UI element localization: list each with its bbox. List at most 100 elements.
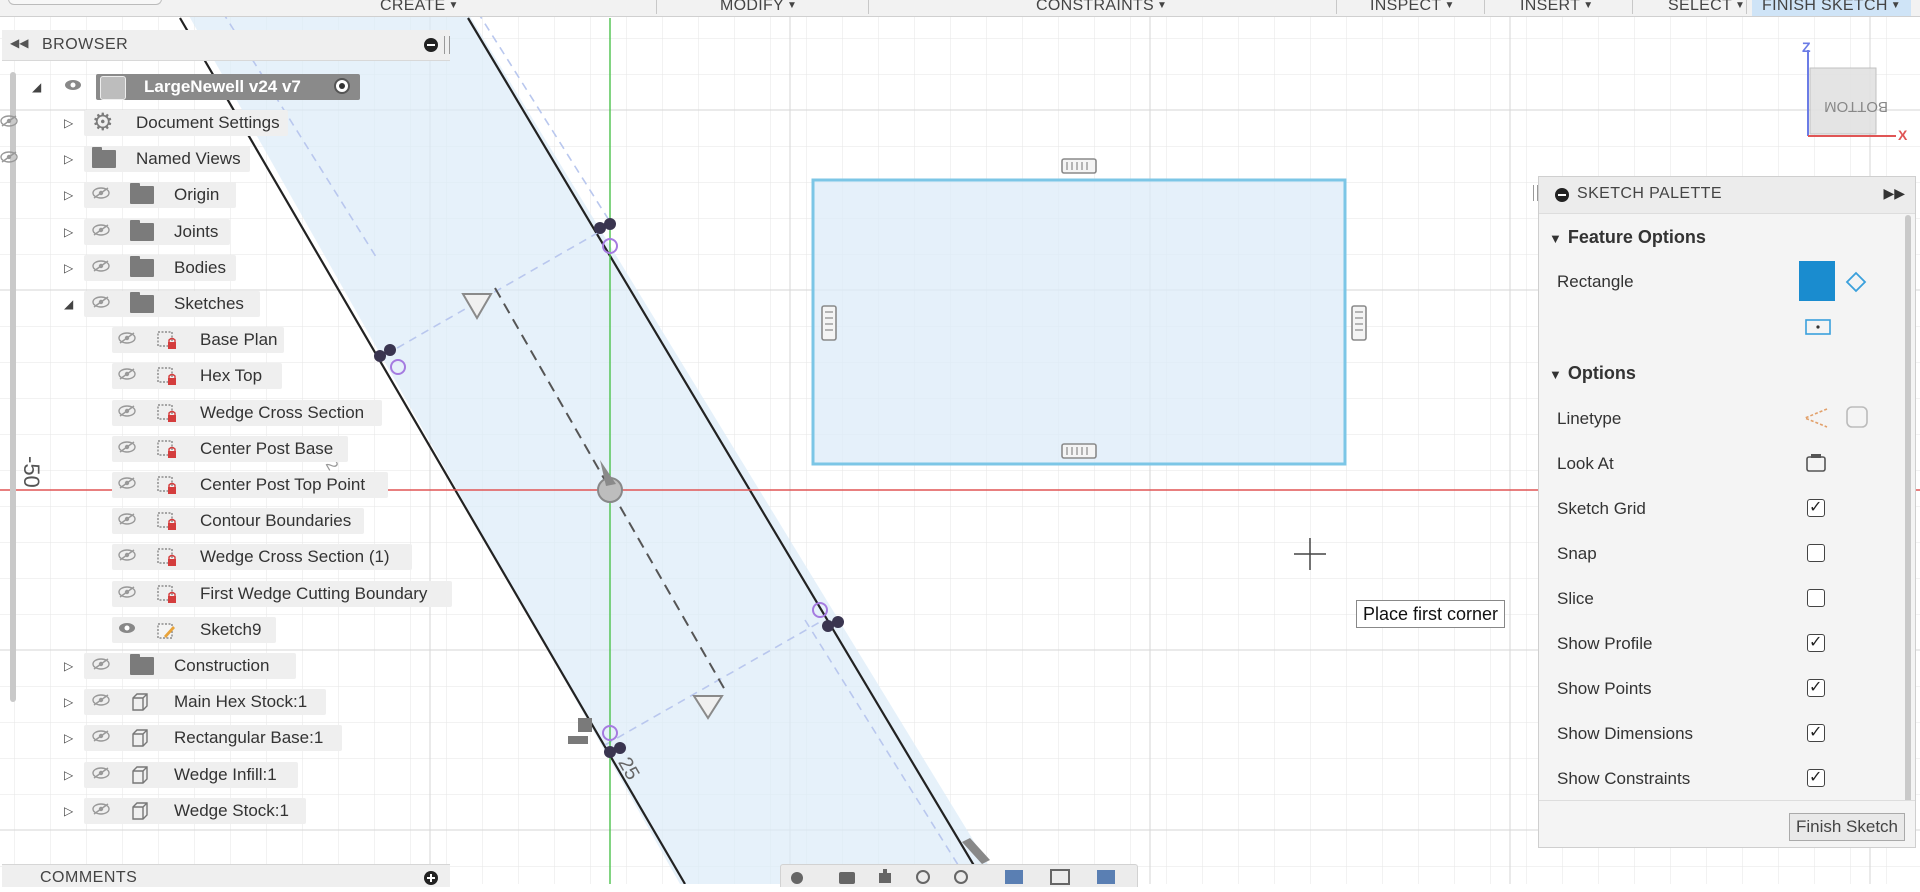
hidden-eye-icon[interactable]	[92, 296, 110, 308]
tree-root[interactable]: ◢ LargeNewell v24 v7	[0, 72, 454, 102]
expanded-triangle-icon[interactable]: ◢	[32, 80, 41, 94]
finish-sketch-button[interactable]: Finish Sketch	[1788, 813, 1905, 841]
tree-item[interactable]: Hex Top	[0, 361, 454, 391]
feature-options-section[interactable]: ▼ Feature Options	[1549, 227, 1706, 248]
show-profile-checkbox[interactable]	[1807, 632, 1825, 652]
collapse-panel-icon[interactable]: ◀◀	[10, 36, 28, 50]
collapsed-triangle-icon[interactable]: ▷	[64, 152, 73, 166]
tree-item[interactable]: ▷ Rectangular Base:1	[0, 723, 454, 753]
hidden-eye-icon[interactable]	[92, 767, 110, 779]
inspect-menu[interactable]: INSPECT ▼	[1370, 0, 1455, 16]
minimize-palette-icon[interactable]	[1555, 188, 1569, 202]
sketch-locked-icon	[157, 512, 176, 530]
tree-item[interactable]: ▷ Joints	[0, 217, 454, 247]
show-constraints-checkbox[interactable]	[1807, 767, 1825, 787]
slice-checkbox[interactable]	[1807, 589, 1825, 607]
hidden-eye-icon[interactable]	[118, 405, 136, 417]
tree-item[interactable]: Wedge Cross Section (1)	[0, 542, 454, 572]
add-comment-icon[interactable]	[424, 871, 438, 885]
show-points-checkbox[interactable]	[1807, 677, 1825, 697]
viewcube[interactable]: BOTTOM Z X	[1800, 40, 1910, 140]
collapsed-triangle-icon[interactable]: ▷	[64, 659, 73, 673]
hidden-eye-icon[interactable]	[0, 151, 18, 163]
tree-item[interactable]: ▷ ⚙ Document Settings	[0, 108, 454, 138]
hidden-eye-icon[interactable]	[118, 332, 136, 344]
construction-linetype-icon[interactable]	[1803, 407, 1829, 429]
grid-settings-icon[interactable]	[1050, 869, 1070, 885]
sketch-rectangle[interactable]	[811, 178, 1347, 466]
two-point-rectangle-button[interactable]	[1799, 261, 1835, 301]
collapsed-triangle-icon[interactable]: ▷	[64, 768, 73, 782]
sketch-grid-checkbox[interactable]	[1807, 497, 1825, 517]
tree-item[interactable]: ▷ Wedge Stock:1	[0, 796, 454, 826]
hidden-eye-icon[interactable]	[92, 260, 110, 272]
hidden-eye-icon[interactable]	[92, 658, 110, 670]
select-menu[interactable]: SELECT ▼	[1668, 0, 1745, 16]
pan-hand-icon[interactable]	[879, 869, 891, 883]
panel-grip-icon[interactable]	[444, 36, 450, 54]
tree-item[interactable]: Wedge Cross Section	[0, 398, 454, 428]
options-section[interactable]: ▼ Options	[1549, 363, 1636, 384]
constraints-menu[interactable]: CONSTRAINTS ▼	[1036, 0, 1167, 16]
look-at-icon[interactable]	[839, 872, 855, 884]
viewcube-x-label: X	[1898, 127, 1908, 140]
collapsed-triangle-icon[interactable]: ▷	[64, 188, 73, 202]
tree-item[interactable]: ▷ Wedge Infill:1	[0, 760, 454, 790]
browser-header: ◀◀ BROWSER	[2, 30, 450, 61]
fit-icon[interactable]	[954, 870, 968, 884]
collapsed-triangle-icon[interactable]: ▷	[64, 261, 73, 275]
display-settings-icon[interactable]	[1005, 870, 1023, 884]
hidden-eye-icon[interactable]	[92, 187, 110, 199]
tree-item[interactable]: ▷ Named Views	[0, 144, 454, 174]
hidden-eye-icon[interactable]	[92, 730, 110, 742]
tree-item[interactable]: Center Post Base	[0, 434, 454, 464]
insert-menu[interactable]: INSERT ▼	[1520, 0, 1593, 16]
hidden-eye-icon[interactable]	[118, 441, 136, 453]
minimize-icon[interactable]	[424, 38, 438, 52]
hidden-eye-icon[interactable]	[118, 513, 136, 525]
collapsed-triangle-icon[interactable]: ▷	[64, 225, 73, 239]
create-menu[interactable]: CREATE ▼	[380, 0, 459, 16]
tree-item[interactable]: Base Plan	[0, 325, 454, 355]
collapsed-triangle-icon[interactable]: ▷	[64, 116, 73, 130]
three-point-rectangle-icon[interactable]	[1845, 271, 1867, 293]
zoom-icon[interactable]	[916, 870, 930, 884]
finish-sketch-menu[interactable]: FINISH SKETCH ▼	[1752, 0, 1911, 16]
collapsed-triangle-icon[interactable]: ▷	[64, 695, 73, 709]
tree-item[interactable]: Contour Boundaries	[0, 506, 454, 536]
tree-item[interactable]: Center Post Top Point	[0, 470, 454, 500]
visible-eye-icon[interactable]	[64, 79, 82, 91]
centerline-linetype-icon[interactable]	[1845, 405, 1869, 429]
collapsed-triangle-icon[interactable]: ▷	[64, 731, 73, 745]
modify-menu[interactable]: MODIFY ▼	[720, 0, 797, 16]
tree-item[interactable]: ◢ Sketches	[0, 289, 454, 319]
orbit-icon[interactable]	[791, 872, 803, 884]
palette-grip-icon[interactable]	[1533, 185, 1538, 201]
hidden-eye-icon[interactable]	[118, 586, 136, 598]
hidden-eye-icon[interactable]	[118, 368, 136, 380]
snap-checkbox[interactable]	[1807, 544, 1825, 562]
toolbar-left-control[interactable]	[8, 0, 162, 5]
hidden-eye-icon[interactable]	[0, 115, 18, 127]
hidden-eye-icon[interactable]	[118, 477, 136, 489]
hidden-eye-icon[interactable]	[92, 694, 110, 706]
visible-eye-icon[interactable]	[118, 622, 136, 634]
look-at-icon[interactable]	[1805, 453, 1827, 473]
tree-item[interactable]: ▷ Origin	[0, 180, 454, 210]
tree-item[interactable]: First Wedge Cutting Boundary	[0, 579, 454, 609]
hidden-eye-icon[interactable]	[92, 803, 110, 815]
tree-item[interactable]: ▷ Construction	[0, 651, 454, 681]
hidden-eye-icon[interactable]	[92, 224, 110, 236]
tree-item[interactable]: ▷ Bodies	[0, 253, 454, 283]
palette-scrollbar[interactable]	[1905, 215, 1911, 811]
center-rectangle-icon[interactable]	[1805, 319, 1831, 335]
hidden-eye-icon[interactable]	[118, 549, 136, 561]
show-dimensions-checkbox[interactable]	[1807, 722, 1825, 742]
expanded-triangle-icon[interactable]: ◢	[64, 297, 73, 311]
viewports-icon[interactable]	[1097, 870, 1115, 884]
expand-palette-icon[interactable]: ▶▶	[1883, 185, 1905, 202]
tree-item[interactable]: Sketch9	[0, 615, 454, 645]
tree-item[interactable]: ▷ Main Hex Stock:1	[0, 687, 454, 717]
collapsed-triangle-icon[interactable]: ▷	[64, 804, 73, 818]
active-component-radio[interactable]	[334, 78, 350, 94]
